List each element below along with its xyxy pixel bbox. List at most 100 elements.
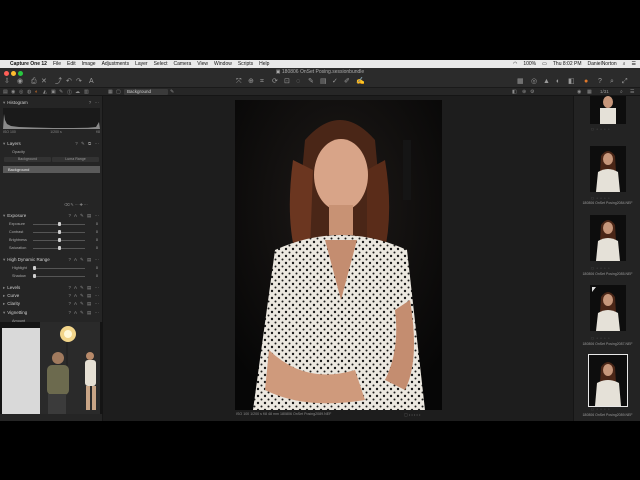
slider-knob[interactable] xyxy=(57,246,61,250)
thumbnail[interactable] xyxy=(590,215,626,261)
browser-search-icon[interactable]: ⌕ xyxy=(620,89,623,95)
battery-icon[interactable]: ▭ xyxy=(542,61,547,67)
fullscreen-icon[interactable]: ⤢ xyxy=(622,78,628,85)
variant-select[interactable]: Background xyxy=(124,89,168,95)
capture-pilot-icon[interactable]: ● xyxy=(584,78,588,85)
tool-actions-icon[interactable]: ? A ✎ ▤ ⋯ xyxy=(68,212,100,219)
thumbnail[interactable] xyxy=(590,96,626,124)
crop-tool-icon[interactable]: ⌗ xyxy=(260,78,264,85)
menu-view[interactable]: View xyxy=(197,61,208,67)
menu-window[interactable]: Window xyxy=(214,61,232,67)
brush-tool-icon[interactable]: ✎ xyxy=(308,78,314,85)
menu-help[interactable]: Help xyxy=(259,61,269,67)
library-tab-icon[interactable]: ▤ xyxy=(3,89,8,95)
lens-tab-icon[interactable]: ◎ xyxy=(19,89,23,95)
menu-camera[interactable]: Camera xyxy=(174,61,192,67)
process-icon[interactable]: ⎙ xyxy=(31,78,37,85)
slider-knob[interactable] xyxy=(32,266,36,270)
slider-value[interactable]: 0 xyxy=(90,246,98,250)
wifi-icon[interactable]: ◠ xyxy=(513,61,517,67)
redo-icon[interactable]: ↷ xyxy=(76,78,82,85)
gradient-tool-icon[interactable]: ▤ xyxy=(320,78,327,85)
edit-variant-icon[interactable]: ✎ xyxy=(170,89,174,95)
annotate-tool-icon[interactable]: ✍ xyxy=(356,78,365,85)
slider-knob[interactable] xyxy=(57,222,61,226)
tool-actions-icon[interactable]: ? A ✎ ▤ ⋯ xyxy=(68,292,100,299)
thumbnail-rating[interactable]: ▢ • • • • xyxy=(591,127,610,131)
slider-knob[interactable] xyxy=(57,230,61,234)
expand-triangle-icon[interactable]: ▸ xyxy=(3,301,5,306)
hdr-header[interactable]: ▾ High Dynamic Range ? A ✎ ▤ ⋯ xyxy=(0,256,103,263)
thumbnail[interactable] xyxy=(590,285,626,331)
layer-actions-icon[interactable]: ⌫ ✎ ⋯ ✚ ⋯ xyxy=(64,202,88,207)
slider-value[interactable]: 0 xyxy=(90,238,98,242)
levels-header[interactable]: ▸ Levels ? A ✎ ▤ ⋯ xyxy=(0,284,103,291)
batch-tab-icon[interactable]: ▥ xyxy=(84,89,89,95)
slider-value[interactable]: 0 xyxy=(90,266,98,270)
copy-adjustments-icon[interactable]: ⤴ xyxy=(55,78,62,85)
slider-value[interactable]: 0 xyxy=(90,222,98,226)
layer-button-a[interactable]: Background xyxy=(4,157,51,162)
thumbnail[interactable] xyxy=(590,146,626,192)
capture-tab-icon[interactable]: ◉ xyxy=(11,89,15,95)
viewer-zoom-icon[interactable]: ⊕ xyxy=(522,89,526,95)
color-tab-icon[interactable]: ◍ xyxy=(27,89,31,95)
pan-tool-icon[interactable]: ⤧ xyxy=(236,78,242,85)
help-icon[interactable]: ? xyxy=(598,78,602,85)
menu-file[interactable]: File xyxy=(53,61,61,67)
layer-background-row[interactable]: Background xyxy=(3,166,100,173)
tool-actions-icon[interactable]: ? ✎ ⧉ ⋯ xyxy=(75,140,100,147)
layer-button-b[interactable]: Luma Range xyxy=(52,157,99,162)
expand-triangle-icon[interactable]: ▸ xyxy=(3,285,5,290)
picker-tool-icon[interactable]: ✓ xyxy=(332,78,338,85)
search-icon[interactable]: ⌕ xyxy=(623,61,626,67)
slider-track[interactable] xyxy=(33,268,85,269)
undo-icon[interactable]: ↶ xyxy=(66,78,72,85)
spot-tool-icon[interactable]: ◌ xyxy=(296,78,300,85)
menu-edit[interactable]: Edit xyxy=(67,61,76,67)
compare-icon[interactable]: ◧ xyxy=(568,78,575,85)
layers-header[interactable]: ▾ Layers ? ✎ ⧉ ⋯ xyxy=(0,140,103,147)
tool-actions-icon[interactable]: ? A ✎ ▤ ⋯ xyxy=(68,256,100,263)
capture-icon[interactable]: ◉ xyxy=(17,78,23,85)
color-picker-icon[interactable]: ✐ xyxy=(344,78,350,85)
menubar-clock[interactable]: Thu 8:02 PM xyxy=(553,61,582,67)
menu-list-icon[interactable]: ☰ xyxy=(632,61,636,67)
keystone-tool-icon[interactable]: ⊡ xyxy=(284,78,290,85)
collapse-triangle-icon[interactable]: ▾ xyxy=(3,310,5,315)
viewer-single-icon[interactable]: ▢ xyxy=(116,89,121,95)
browser-eye-icon[interactable]: ◉ xyxy=(577,89,581,95)
viewer-grid-icon[interactable]: ▦ xyxy=(108,89,113,95)
adjustments-tab-icon[interactable]: ✎ xyxy=(59,89,63,95)
menu-app-name[interactable]: Capture One 12 xyxy=(10,61,47,67)
grid-view-icon[interactable]: ▦ xyxy=(517,78,524,85)
thumbnail-rating[interactable]: ▢ • • • • xyxy=(591,196,610,200)
expand-triangle-icon[interactable]: ▸ xyxy=(3,293,5,298)
menu-layer[interactable]: Layer xyxy=(135,61,148,67)
menu-select[interactable]: Select xyxy=(154,61,168,67)
tool-actions-icon[interactable]: ? ⋯ xyxy=(89,99,100,106)
battery-percent[interactable]: 100% xyxy=(523,61,536,67)
exposure-tab-icon[interactable]: ◐ xyxy=(35,89,38,95)
thumbnail-rating[interactable]: ▢ • • • • xyxy=(591,336,610,340)
loupe-tool-icon[interactable]: ⊕ xyxy=(248,78,254,85)
clarity-header[interactable]: ▸ Clarity ? A ✎ ▤ ⋯ xyxy=(0,300,103,307)
exposure-warning-icon[interactable]: ▲ xyxy=(543,78,550,85)
rotate-tool-icon[interactable]: ⟳ xyxy=(272,78,278,85)
slider-knob[interactable] xyxy=(32,274,36,278)
text-tool-icon[interactable]: A xyxy=(89,78,94,85)
main-photo[interactable] xyxy=(235,100,442,410)
browser-grid-icon[interactable]: ▦ xyxy=(587,89,592,95)
collapse-triangle-icon[interactable]: ▾ xyxy=(3,213,5,218)
focus-mask-icon[interactable]: ◎ xyxy=(531,78,537,85)
exposure-header[interactable]: ▾ Exposure ? A ✎ ▤ ⋯ xyxy=(0,212,103,219)
slider-value[interactable]: 0 xyxy=(90,230,98,234)
vignetting-header[interactable]: ▾ Vignetting ? A ✎ ▤ ⋯ xyxy=(0,309,103,316)
browser-sort-icon[interactable]: ☰ xyxy=(630,89,634,95)
proof-icon[interactable]: ◐ xyxy=(556,78,560,85)
collapse-triangle-icon[interactable]: ▾ xyxy=(3,141,5,146)
slider-track[interactable] xyxy=(33,276,85,277)
tool-actions-icon[interactable]: ? A ✎ ▤ ⋯ xyxy=(68,309,100,316)
slider-value[interactable]: 0 xyxy=(90,274,98,278)
tool-actions-icon[interactable]: ? A ✎ ▤ ⋯ xyxy=(68,300,100,307)
